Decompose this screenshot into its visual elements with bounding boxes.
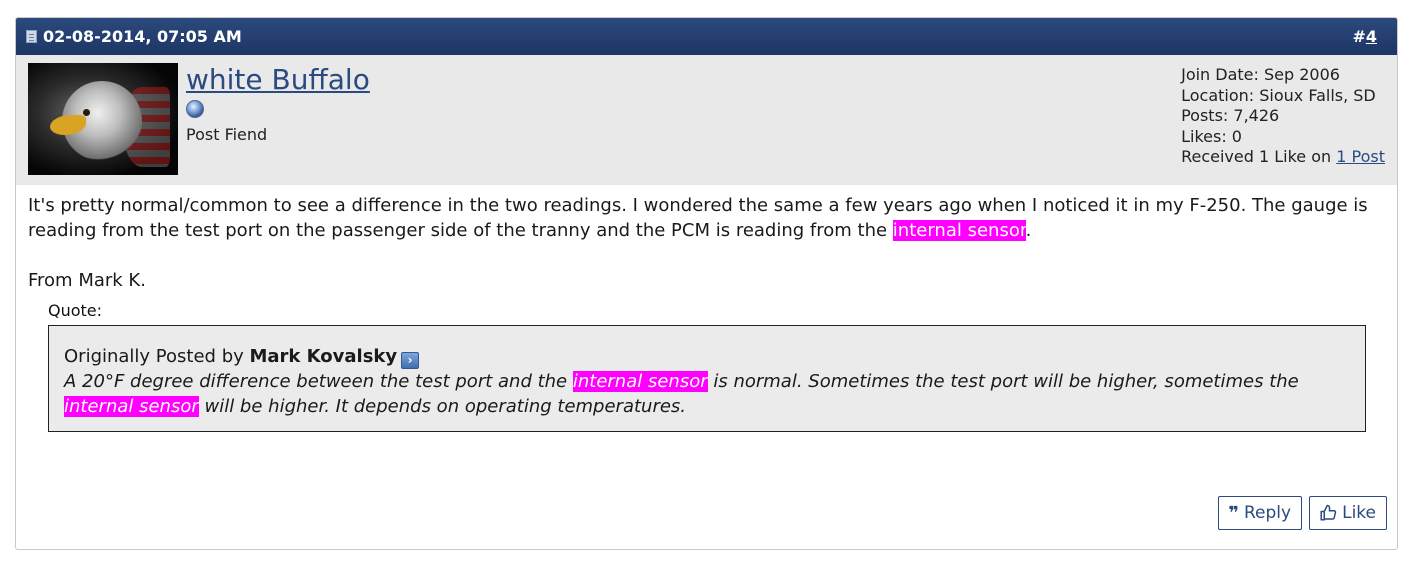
message-text-end: . bbox=[1025, 220, 1032, 241]
join-date: Join Date: Sep 2006 bbox=[1181, 65, 1340, 84]
like-label: Like bbox=[1342, 503, 1376, 523]
forum-post: 02-08-2014, 07:05 AM #4 white Buffalo Po… bbox=[15, 17, 1398, 550]
post-number-prefix: # bbox=[1352, 27, 1366, 46]
post-date: 02-08-2014, 07:05 AM bbox=[26, 27, 242, 46]
quote-text: A 20°F degree difference between the tes… bbox=[64, 369, 1350, 419]
quote-text-c: will be higher. It depends on operating … bbox=[198, 396, 687, 417]
received-likes: Received 1 Like on 1 Post bbox=[1181, 147, 1385, 168]
document-icon bbox=[26, 30, 37, 43]
username-link[interactable]: white Buffalo bbox=[186, 63, 370, 96]
online-status-icon bbox=[186, 100, 204, 118]
quote-highlight-b: internal sensor bbox=[64, 396, 199, 417]
user-info-bar: white Buffalo Post Fiend Join Date: Sep … bbox=[16, 55, 1397, 185]
user-title: Post Fiend bbox=[186, 125, 268, 144]
post-number: #4 bbox=[1352, 27, 1377, 46]
message-from: From Mark K. bbox=[28, 270, 146, 291]
received-likes-post-link[interactable]: 1 Post bbox=[1336, 147, 1385, 166]
quote-marks-icon: ❞ bbox=[1228, 502, 1239, 524]
post-header: 02-08-2014, 07:05 AM #4 bbox=[16, 18, 1397, 55]
quote-author: Mark Kovalsky bbox=[249, 346, 398, 367]
likes-count: Likes: 0 bbox=[1181, 126, 1242, 146]
post-count: Posts: 7,426 bbox=[1181, 106, 1280, 125]
reply-button[interactable]: ❞ Reply bbox=[1218, 496, 1303, 530]
quote-highlight-a: internal sensor bbox=[572, 371, 708, 392]
quote-attribution: Originally Posted by Mark Kovalsky › bbox=[64, 344, 1350, 369]
quote-text-a: A 20°F degree difference between the tes… bbox=[64, 371, 573, 392]
thumbs-up-icon bbox=[1320, 504, 1337, 521]
quote-originally-posted-by: Originally Posted by bbox=[64, 346, 250, 367]
user-stats: Join Date: Sep 2006 Location: Sioux Fall… bbox=[1181, 65, 1385, 168]
post-actions: ❞ Reply Like bbox=[1218, 496, 1387, 530]
quote-label: Quote: bbox=[48, 301, 103, 320]
quote-text-b: is normal. Sometimes the test port will … bbox=[707, 371, 1299, 392]
post-message: It's pretty normal/common to see a diffe… bbox=[28, 193, 1368, 243]
location: Location: Sioux Falls, SD bbox=[1181, 85, 1376, 105]
quote-box: Originally Posted by Mark Kovalsky › A 20… bbox=[48, 325, 1366, 432]
reply-label: Reply bbox=[1244, 503, 1292, 523]
search-highlight: internal sensor bbox=[892, 220, 1026, 241]
avatar[interactable] bbox=[28, 63, 178, 175]
received-likes-text: Received 1 Like on bbox=[1181, 147, 1337, 166]
avatar-eagle-eye bbox=[83, 109, 90, 116]
post-body: It's pretty normal/common to see a diffe… bbox=[28, 193, 1368, 293]
post-date-text: 02-08-2014, 07:05 AM bbox=[43, 27, 242, 46]
message-text: It's pretty normal/common to see a diffe… bbox=[28, 195, 1368, 241]
view-post-icon[interactable]: › bbox=[401, 352, 420, 369]
post-number-link[interactable]: 4 bbox=[1366, 27, 1377, 46]
like-button[interactable]: Like bbox=[1309, 496, 1387, 530]
